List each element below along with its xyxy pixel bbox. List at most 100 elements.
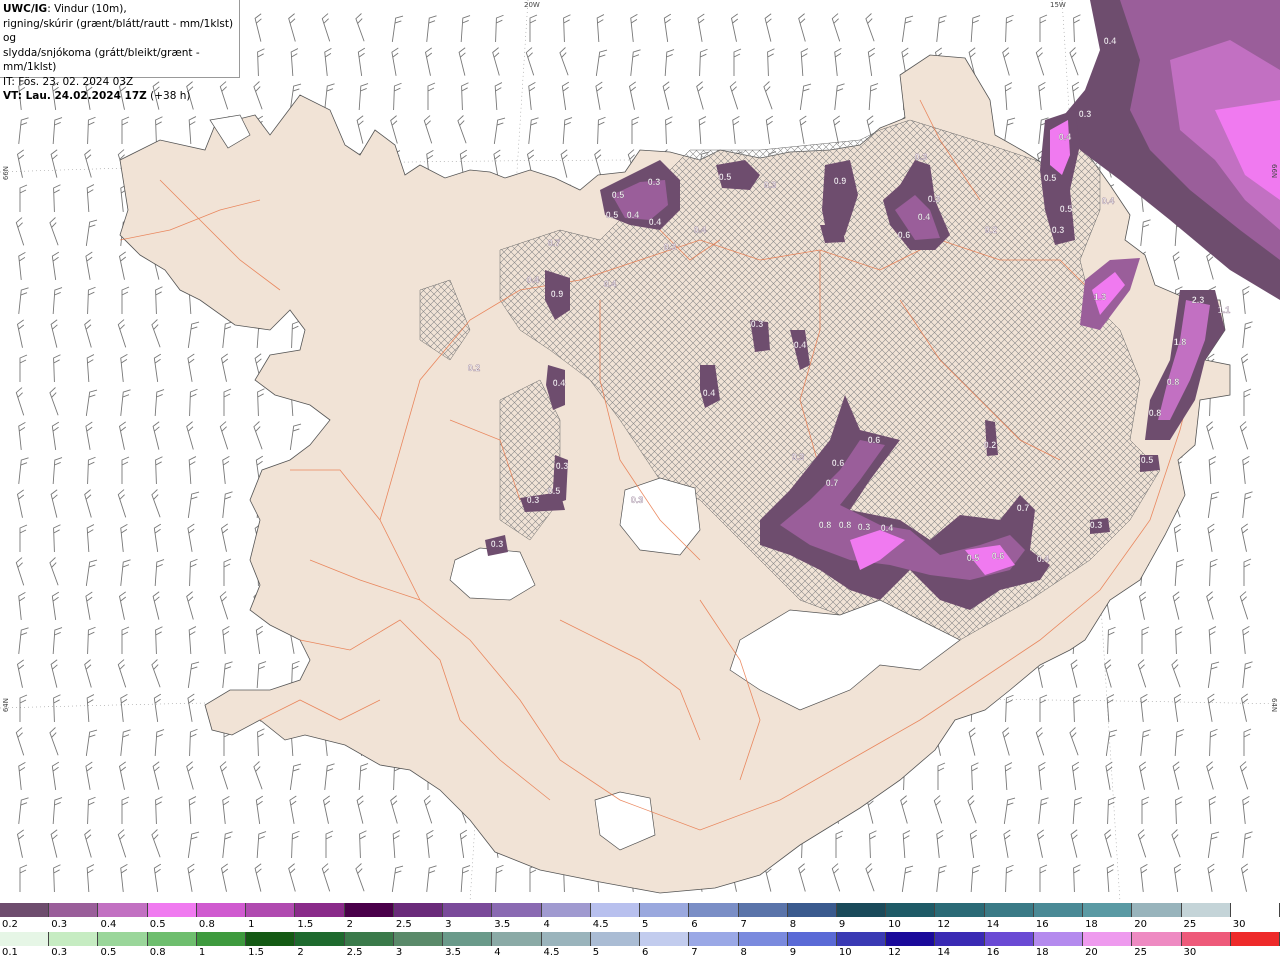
precip-value-label: 0.4 [1059,132,1072,142]
precip-value-label: 0.5 [612,190,625,200]
legend-swatch [147,932,197,946]
precip-value-label: 0.3 [928,194,941,204]
legend-swatch [49,932,99,946]
legend-label: 8 [740,947,747,958]
precip-value-label: 0.3 [527,495,540,505]
precip-value-label: 0.4 [527,275,540,285]
legend-swatch [0,903,50,917]
precip-value-label: 0.5 [1060,204,1073,214]
legend-swatch [1230,903,1280,917]
legend-swatch [935,903,985,917]
precip-value-label: 0.6 [868,435,881,445]
precip-value-label: 0.8 [839,520,852,530]
legend-swatch [836,903,887,917]
legend-label: 6 [642,947,649,958]
legend-swatch [738,903,788,917]
precip-value-label: 0.3 [556,461,569,471]
legend-swatch [98,903,148,917]
precip-value-label: 0.3 [792,452,805,462]
legend-swatch [492,932,542,946]
precip-value-label: 0.8 [819,520,832,530]
legend-label: 0.8 [149,947,166,958]
precip-value-label: 0.2 [984,440,997,450]
precip-value-label: 0.5 [606,210,619,220]
legend-swatch [1033,903,1084,917]
legend-swatch [541,932,591,946]
precip-value-label: 1.1 [1218,305,1231,315]
legend-label: 4 [543,919,550,930]
legend-swatch [443,903,493,917]
legend-label: 9 [838,919,846,930]
precip-value-label: 0.3 [648,177,661,187]
grid-label-66n-left: 66N [2,166,10,181]
legend-label: 3 [445,919,452,930]
legend-label: 3.5 [494,919,511,930]
precip-value-label: 0.4 [649,217,662,227]
legend-swatch [98,932,148,946]
legend-label: 7 [740,919,747,930]
precip-value-label: 0.6 [898,230,911,240]
grid-label-15w: 15W [1050,1,1066,9]
snow-legend-labels: 0.2 0.3 0.4 0.5 0.8 1 1.5 2 2.5 3 3.5 4 4.5 5 6 7 8 9 10 12… [0,919,1280,931]
legend-label: 25 [1183,919,1197,930]
rain-legend-labels: 0.1 0.3 0.5 0.8 1 1.5 2 2.5 3 3.5 4 4.5 5 6 7 8 9 10 12 14 1… [0,947,1280,959]
legend-swatch [1083,903,1133,917]
rain-color-legend [0,932,1280,946]
legend-swatch [492,903,542,917]
legend-swatch [984,903,1034,917]
legend-swatch [246,932,296,946]
precip-value-label: 0.8 [1167,377,1180,387]
precip-value-label: 0.5 [719,172,732,182]
legend-swatch [1181,903,1231,917]
legend-label: 20 [1085,947,1098,958]
legend-swatch [541,903,591,917]
precip-value-label: 2.3 [1192,295,1205,305]
precip-value-label: 0.3 [1090,520,1103,530]
snow-color-legend [0,903,1280,917]
legend-swatch [886,932,936,946]
precip-value-label: 0.3 [764,180,777,190]
title-line3: slydda/snjókoma (grátt/bleikt/grænt - mm… [3,46,200,74]
legend-swatch [640,932,690,946]
legend-swatch [393,932,444,946]
precip-value-label: 0.3 [1052,225,1065,235]
precip-value-label: 0.9 [834,176,847,186]
precip-value-label: 0.4 [627,210,640,220]
legend-label: 0.2 [2,919,18,930]
precip-value-label: 0.3 [751,319,764,329]
precip-value-label: 0.4 [553,378,566,388]
issue-time: IT: Fös. 23. 02. 2024 03Z [3,75,134,88]
legend-label: 3.5 [445,947,461,958]
precip-value-label: 1.8 [1174,337,1187,347]
legend-swatch [787,932,837,946]
legend-label: 3 [395,947,403,958]
precip-value-label: 0.5 [548,486,561,496]
legend-label: 7 [691,947,698,958]
legend-label: 1 [248,919,255,930]
legend-swatch [738,932,788,946]
legend-swatch [1181,932,1231,946]
precip-value-label: 0.3 [915,152,928,162]
precip-value-label: 0.2 [985,225,998,235]
precip-value-label: 0.7 [548,238,561,248]
map-title-box: UWC/IG: Vindur (10m), rigning/skúrir (gr… [0,0,240,102]
legend-label: 2 [297,947,304,958]
legend-label: 12 [888,947,901,958]
legend-swatch [1083,932,1133,946]
precip-value-label: 0.4 [881,523,894,533]
legend-label: 1.5 [297,919,314,930]
legend-label: 12 [937,919,951,930]
legend-swatch [1132,932,1182,946]
legend-swatch [344,932,394,946]
grid-label-64n-right: 64N [1270,698,1278,713]
legend-label: 25 [1134,947,1148,958]
legend-label: 4.5 [543,947,560,958]
precip-value-label: 0.4 [1104,36,1117,46]
legend-swatch [590,932,641,946]
precip-value-label: 0.3 [1079,109,1092,119]
legend-label: 4.5 [592,919,609,930]
legend-label: 16 [1035,919,1049,930]
legend-swatch [246,903,296,917]
precip-value-label: 0.4 [794,340,807,350]
legend-swatch [196,932,247,946]
